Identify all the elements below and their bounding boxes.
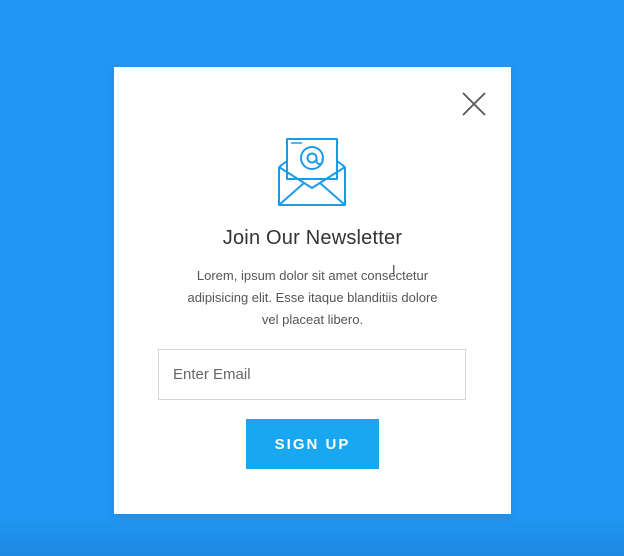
close-button[interactable] — [461, 91, 487, 117]
text-cursor-icon: Ι — [392, 263, 396, 277]
description-line: Lorem, ipsum dolor sit amet consectetur — [196, 268, 429, 283]
newsletter-modal: Join Our Newsletter Lorem, ipsum dolor s… — [114, 67, 511, 514]
background-shade — [0, 516, 624, 556]
envelope-at-icon — [276, 136, 348, 208]
description-line: vel placeat libero. — [261, 312, 364, 327]
close-icon — [462, 92, 486, 116]
email-field[interactable] — [158, 349, 466, 400]
modal-description: Lorem, ipsum dolor sit amet consectetur … — [154, 265, 471, 331]
modal-title: Join Our Newsletter — [222, 227, 403, 249]
sign-up-button[interactable]: SIGN UP — [246, 419, 379, 469]
description-line: adipisicing elit. Esse itaque blanditiis… — [187, 290, 438, 305]
